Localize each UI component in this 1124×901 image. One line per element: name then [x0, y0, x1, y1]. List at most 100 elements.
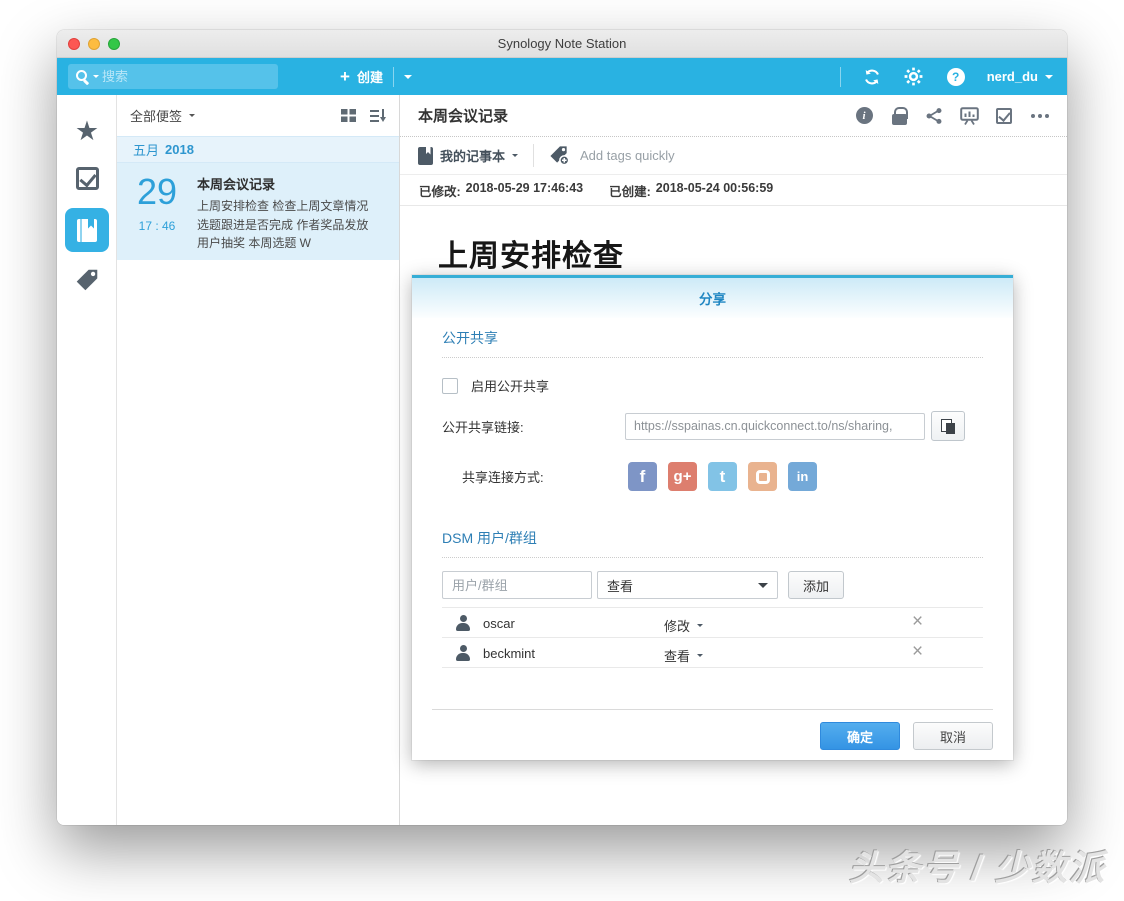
remove-user-icon[interactable]: ×: [912, 641, 923, 664]
screen: Synology Note Station + 创建: [0, 0, 1124, 901]
zoom-window-button[interactable]: [108, 38, 120, 50]
linkedin-icon[interactable]: in: [788, 462, 817, 491]
lock-icon[interactable]: [889, 106, 909, 126]
created-timestamp: 已创建:2018-05-24 00:56:59: [609, 181, 773, 200]
note-day: 29: [117, 174, 197, 210]
watermark: 头条号 / 少数派: [849, 840, 1106, 891]
star-icon: ★: [75, 118, 99, 145]
sidebar-item-starred[interactable]: ★: [57, 118, 117, 145]
dsm-section-title: DSM 用户/群组: [442, 518, 983, 558]
plus-icon: +: [340, 68, 350, 85]
note-actions: [854, 106, 1049, 126]
sidebar-item-tags[interactable]: [57, 267, 117, 293]
help-icon[interactable]: [946, 67, 966, 87]
user-permission-dropdown[interactable]: 查看: [664, 646, 703, 665]
note-view-header: 本周会议记录: [400, 95, 1067, 137]
user-row: oscar 修改 ×: [442, 608, 983, 638]
close-window-button[interactable]: [68, 38, 80, 50]
todo-checkbox-icon: [76, 167, 99, 190]
plurk-icon[interactable]: [748, 462, 777, 491]
month-label: 五月: [133, 140, 159, 159]
remove-user-icon[interactable]: ×: [912, 611, 923, 634]
enable-public-share-row: 启用公开共享: [442, 376, 983, 395]
toolbar-divider: [393, 67, 394, 87]
note-list-pane: 全部便签: [117, 95, 400, 825]
sort-order-icon[interactable]: [370, 109, 386, 123]
info-icon[interactable]: [854, 106, 874, 126]
note-list-filter-caret-icon[interactable]: [189, 114, 195, 117]
sidebar-item-todo[interactable]: [57, 167, 117, 190]
search-options-caret-icon[interactable]: [93, 75, 99, 78]
share-dialog-footer: 确定 取消: [432, 709, 993, 750]
twitter-icon[interactable]: t: [708, 462, 737, 491]
permission-select[interactable]: 查看: [597, 571, 778, 599]
cancel-button[interactable]: 取消: [913, 722, 993, 750]
note-list-filter[interactable]: 全部便签: [130, 106, 182, 125]
facebook-icon[interactable]: f: [628, 462, 657, 491]
window-title: Synology Note Station: [498, 36, 627, 51]
note-list-header: 全部便签: [117, 95, 399, 136]
notebook-icon: [77, 219, 97, 242]
todo-check-icon[interactable]: [994, 106, 1014, 126]
user-name: beckmint: [483, 646, 535, 661]
username-label: nerd_du: [987, 69, 1038, 84]
refresh-icon[interactable]: [862, 67, 882, 87]
share-dialog-title: 分享: [699, 288, 726, 308]
google-plus-icon[interactable]: g+: [668, 462, 697, 491]
share-dialog-body: 公开共享 启用公开共享 公开共享链接:: [412, 318, 1013, 763]
note-timestamps: 已修改:2018-05-29 17:46:43 已创建:2018-05-24 0…: [400, 175, 1067, 206]
add-user-button[interactable]: 添加: [788, 571, 844, 599]
create-dropdown-caret-icon[interactable]: [404, 75, 412, 79]
more-actions-icon[interactable]: [1029, 106, 1049, 126]
create-button[interactable]: + 创建: [340, 67, 383, 86]
meta-divider: [533, 144, 534, 167]
social-buttons: f g+ t in: [628, 462, 817, 491]
user-permission-dropdown[interactable]: 修改: [664, 616, 703, 635]
user-menu[interactable]: nerd_du: [987, 69, 1053, 84]
dsm-add-controls: 查看 添加: [442, 571, 983, 599]
add-tags-placeholder: Add tags quickly: [580, 148, 675, 163]
ok-button[interactable]: 确定: [820, 722, 900, 750]
share-dialog-header: 分享: [412, 278, 1013, 318]
toolbar-divider: [840, 67, 841, 87]
note-list-view-controls: [341, 109, 386, 123]
user-row: beckmint 查看 ×: [442, 638, 983, 668]
sidebar-item-notebooks[interactable]: [57, 208, 117, 252]
settings-gear-icon[interactable]: [904, 67, 924, 87]
modified-timestamp: 已修改:2018-05-29 17:46:43: [419, 181, 583, 200]
enable-public-share-checkbox[interactable]: [442, 378, 458, 394]
share-icon[interactable]: [924, 106, 944, 126]
user-group-input[interactable]: [442, 571, 592, 599]
share-dialog: 分享 公开共享 启用公开共享 公开共享链接:: [412, 275, 1013, 760]
notebook-caret-icon: [512, 154, 518, 157]
share-link-input[interactable]: [625, 413, 925, 440]
notebook-selector[interactable]: 我的记事本: [418, 146, 518, 165]
permission-caret-icon: [697, 654, 703, 657]
dsm-user-list: oscar 修改 × beckmint: [442, 607, 983, 668]
year-label: 2018: [165, 142, 194, 157]
main-toolbar: + 创建: [57, 58, 1067, 95]
note-heading: 上周安排检查: [438, 231, 1037, 275]
user-name: oscar: [483, 616, 515, 631]
note-list-item-selected[interactable]: 29 17 : 46 本周会议记录 上周安排检查 检查上周文章情况 选题跟进是否…: [117, 163, 399, 260]
toolbar-right: nerd_du: [830, 67, 1053, 87]
notebook-name: 我的记事本: [440, 146, 505, 165]
app-window: Synology Note Station + 创建: [57, 30, 1067, 825]
notebook-icon: [418, 147, 433, 165]
active-notebook-button: [65, 208, 109, 252]
share-via-label: 共享连接方式:: [462, 467, 628, 486]
presentation-icon[interactable]: [959, 106, 979, 126]
user-menu-caret-icon: [1045, 75, 1053, 79]
search-input[interactable]: [102, 69, 271, 84]
share-link-label: 公开共享链接:: [442, 417, 625, 436]
app-body: ★: [57, 95, 1067, 825]
minimize-window-button[interactable]: [88, 38, 100, 50]
note-view-title: 本周会议记录: [418, 105, 508, 126]
permission-caret-icon: [697, 624, 703, 627]
grid-view-icon[interactable]: [341, 109, 356, 122]
search-box[interactable]: [68, 64, 278, 89]
add-tag-icon: [549, 145, 570, 166]
copy-link-button[interactable]: [931, 411, 965, 441]
user-icon: [456, 615, 470, 631]
add-tags-field[interactable]: Add tags quickly: [549, 145, 675, 166]
